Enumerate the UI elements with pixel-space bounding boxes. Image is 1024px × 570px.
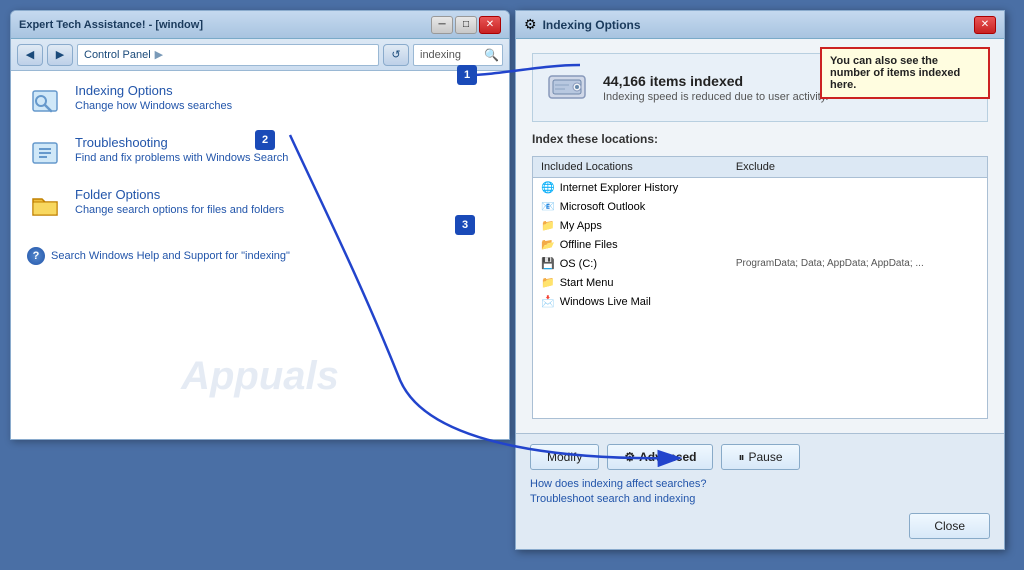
location-exclude-cell: ProgramData; Data; AppData; AppData; ... <box>728 254 987 273</box>
pause-button[interactable]: ⏸ Pause <box>721 444 799 470</box>
result-item-indexing: Indexing Options Change how Windows sear… <box>27 83 493 119</box>
troubleshooting-desc: Find and fix problems with Windows Searc… <box>75 152 288 164</box>
location-icon: 📂 <box>541 238 555 251</box>
location-exclude-cell <box>728 292 987 311</box>
folder-title[interactable]: Folder Options <box>75 187 284 202</box>
dialog-footer: Modify ⚙ Advanced ⏸ Pause How does index… <box>516 433 1004 549</box>
folder-text-block: Folder Options Change search options for… <box>75 187 284 216</box>
address-bar: ◀ ▶ Control Panel ▶ ↺ 🔍 <box>11 39 509 71</box>
watermark: Appuals <box>181 354 339 399</box>
location-name: My Apps <box>560 220 602 232</box>
dialog-title-icon: ⚙ <box>524 16 537 33</box>
folder-desc: Change search options for files and fold… <box>75 204 284 216</box>
control-panel-window: Expert Tech Assistance! - [window] ─ □ ✕… <box>10 10 510 440</box>
indexing-options-dialog: ⚙ Indexing Options ✕ You can also see th… <box>515 10 1005 550</box>
forward-button[interactable]: ▶ <box>47 44 73 66</box>
search-input[interactable] <box>413 44 503 66</box>
location-icon: 📁 <box>541 219 555 232</box>
indexing-speed-text: Indexing speed is reduced due to user ac… <box>603 91 828 103</box>
close-button[interactable]: Close <box>909 513 990 539</box>
window-close-button[interactable]: ✕ <box>479 16 501 34</box>
advanced-icon: ⚙ <box>624 450 635 464</box>
help-text: Search Windows Help and Support for "ind… <box>51 250 290 262</box>
footer-buttons: Modify ⚙ Advanced ⏸ Pause <box>530 444 990 470</box>
location-icon: 📁 <box>541 276 555 289</box>
index-these-label: Index these locations: <box>532 132 988 146</box>
result-item-folder: Folder Options Change search options for… <box>27 187 493 223</box>
location-name-cell: 📧 Microsoft Outlook <box>533 197 728 216</box>
modify-button[interactable]: Modify <box>530 444 599 470</box>
location-name-cell: 📂 Offline Files <box>533 235 728 254</box>
indexing-text-block: Indexing Options Change how Windows sear… <box>75 83 232 112</box>
location-name-cell: 🌐 Internet Explorer History <box>533 178 728 198</box>
refresh-button[interactable]: ↺ <box>383 44 409 66</box>
location-name: Start Menu <box>560 277 614 289</box>
troubleshooting-icon <box>27 135 63 171</box>
window-titlebar: Expert Tech Assistance! - [window] ─ □ ✕ <box>11 11 509 39</box>
link-indexing-affect[interactable]: How does indexing affect searches? <box>530 478 990 490</box>
pause-icon: ⏸ <box>738 450 744 465</box>
search-box-container: 🔍 <box>413 44 503 66</box>
location-exclude-cell <box>728 216 987 235</box>
badge-2: 2 <box>255 130 275 150</box>
advanced-button[interactable]: ⚙ Advanced <box>607 444 713 470</box>
table-row: 📂 Offline Files <box>533 235 987 254</box>
location-exclude-cell <box>728 178 987 198</box>
dialog-close-button[interactable]: ✕ <box>974 16 996 34</box>
indexing-desc: Change how Windows searches <box>75 100 232 112</box>
location-name-cell: 📁 My Apps <box>533 216 728 235</box>
badge-1: 1 <box>457 65 477 85</box>
window-controls: ─ □ ✕ <box>431 16 501 34</box>
minimize-button[interactable]: ─ <box>431 16 453 34</box>
location-icon: 📩 <box>541 295 555 308</box>
location-name-cell: 📩 Windows Live Mail <box>533 292 728 311</box>
location-name: OS (C:) <box>560 258 597 270</box>
help-icon: ? <box>27 247 45 265</box>
main-content: Indexing Options Change how Windows sear… <box>11 71 509 439</box>
col-header-exclude: Exclude <box>728 157 987 178</box>
indexing-title[interactable]: Indexing Options <box>75 83 232 98</box>
locations-table: Included Locations Exclude 🌐 Internet Ex… <box>533 157 987 311</box>
location-name: Microsoft Outlook <box>560 201 646 213</box>
location-icon: 💾 <box>541 257 555 270</box>
maximize-button[interactable]: □ <box>455 16 477 34</box>
indexing-icon <box>27 83 63 119</box>
window-title: Expert Tech Assistance! - [window] <box>19 19 431 31</box>
callout-text: You can also see the number of items ind… <box>830 55 960 91</box>
breadcrumb[interactable]: Control Panel ▶ <box>77 44 379 66</box>
locations-table-container: Included Locations Exclude 🌐 Internet Ex… <box>532 156 988 419</box>
location-name-cell: 📁 Start Menu <box>533 273 728 292</box>
stats-text: 44,166 items indexed Indexing speed is r… <box>603 73 828 103</box>
items-indexed-count: 44,166 items indexed <box>603 73 828 89</box>
table-row: 📁 My Apps <box>533 216 987 235</box>
location-icon: 🌐 <box>541 181 555 194</box>
table-row: 💾 OS (C:) ProgramData; Data; AppData; Ap… <box>533 254 987 273</box>
hdd-icon <box>543 62 591 113</box>
table-row: 📩 Windows Live Mail <box>533 292 987 311</box>
location-exclude-cell <box>728 235 987 254</box>
back-button[interactable]: ◀ <box>17 44 43 66</box>
location-exclude-cell <box>728 197 987 216</box>
location-exclude-cell <box>728 273 987 292</box>
location-name: Windows Live Mail <box>560 296 651 308</box>
location-name: Offline Files <box>560 239 618 251</box>
location-name: Internet Explorer History <box>560 182 679 194</box>
table-row: 📁 Start Menu <box>533 273 987 292</box>
callout-box: You can also see the number of items ind… <box>820 47 990 99</box>
dialog-title: Indexing Options <box>543 18 974 32</box>
footer-links: How does indexing affect searches? Troub… <box>530 478 990 505</box>
dialog-titlebar: ⚙ Indexing Options ✕ <box>516 11 1004 39</box>
table-row: 🌐 Internet Explorer History <box>533 178 987 198</box>
link-troubleshoot[interactable]: Troubleshoot search and indexing <box>530 493 990 505</box>
badge-3: 3 <box>455 215 475 235</box>
col-header-locations: Included Locations <box>533 157 728 178</box>
close-row: Close <box>530 513 990 539</box>
table-row: 📧 Microsoft Outlook <box>533 197 987 216</box>
folder-options-icon <box>27 187 63 223</box>
location-icon: 📧 <box>541 200 555 213</box>
help-link[interactable]: ? Search Windows Help and Support for "i… <box>27 247 493 265</box>
location-name-cell: 💾 OS (C:) <box>533 254 728 273</box>
